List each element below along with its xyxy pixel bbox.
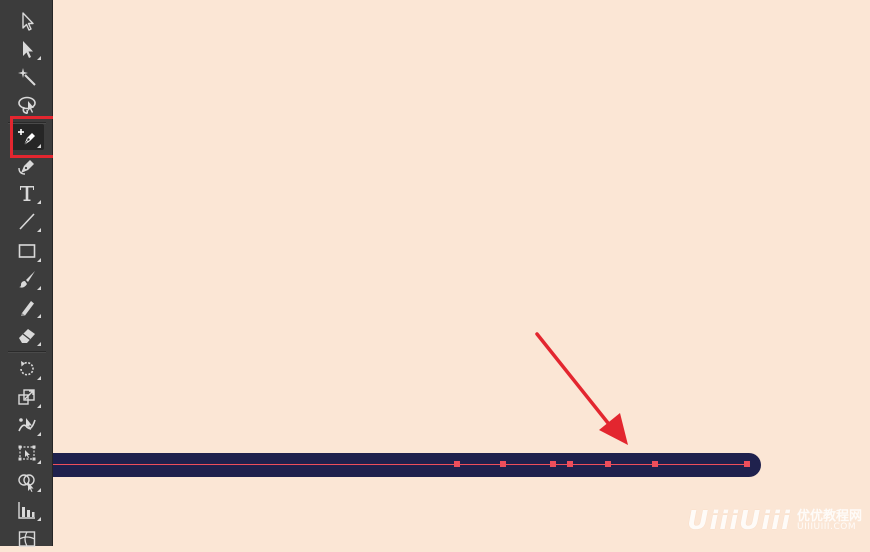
- line-segment-tool[interactable]: [10, 208, 44, 234]
- shape-builder-tool[interactable]: [10, 468, 44, 494]
- lasso-icon: [18, 96, 36, 114]
- free-transform-icon: [18, 445, 36, 461]
- anchor-point[interactable]: [500, 461, 506, 467]
- lasso-tool[interactable]: [10, 92, 44, 118]
- tools-panel: [0, 0, 53, 547]
- anchor-point[interactable]: [605, 461, 611, 467]
- line-icon: [19, 213, 35, 230]
- anchor-point[interactable]: [652, 461, 658, 467]
- mesh-tool[interactable]: [10, 526, 44, 552]
- direct-selection-arrow-icon: [23, 41, 33, 58]
- flyout-indicator: [37, 517, 41, 521]
- flyout-indicator: [37, 228, 41, 232]
- anchor-point[interactable]: [744, 461, 750, 467]
- rectangle-icon: [18, 244, 36, 258]
- watermark-text: 优优教程网 UIIIUIII.COM: [797, 510, 862, 532]
- anchor-point[interactable]: [550, 461, 556, 467]
- pencil-icon: [21, 301, 34, 316]
- toolbar-divider: [8, 351, 46, 353]
- watermark: UiiiUiii 优优教程网 UIIIUIII.COM: [687, 506, 862, 536]
- eraser-tool[interactable]: [10, 322, 44, 348]
- flyout-indicator: [37, 376, 41, 380]
- scale-tool[interactable]: [10, 384, 44, 410]
- mesh-icon: [18, 531, 36, 547]
- free-transform-tool[interactable]: [10, 440, 44, 466]
- flyout-indicator: [37, 314, 41, 318]
- selection-arrow-icon: [22, 12, 34, 31]
- anchor-point[interactable]: [454, 461, 460, 467]
- anchor-point[interactable]: [567, 461, 573, 467]
- flyout-indicator: [37, 258, 41, 262]
- artboard-canvas[interactable]: UiiiUiii 优优教程网 UIIIUIII.COM: [53, 0, 870, 546]
- selection-tool[interactable]: [10, 8, 44, 34]
- paintbrush-tool[interactable]: [10, 266, 44, 292]
- paintbrush-icon: [19, 271, 35, 288]
- watermark-logo: UiiiUiii: [687, 506, 791, 536]
- flyout-indicator: [37, 56, 41, 60]
- puppet-warp-tool[interactable]: [10, 412, 44, 438]
- flyout-indicator: [37, 286, 41, 290]
- magic-wand-tool[interactable]: [10, 64, 44, 90]
- flyout-indicator: [37, 488, 41, 492]
- eraser-icon: [19, 329, 35, 343]
- flyout-indicator: [37, 404, 41, 408]
- flyout-indicator: [37, 460, 41, 464]
- flyout-indicator: [37, 342, 41, 346]
- type-icon: [20, 186, 34, 201]
- pencil-tool[interactable]: [10, 294, 44, 320]
- flyout-indicator: [37, 200, 41, 204]
- watermark-url: UIIIUIII.COM: [796, 522, 857, 532]
- column-graph-tool[interactable]: [10, 497, 44, 523]
- shape-builder-icon: [18, 474, 35, 492]
- scale-icon: [18, 389, 35, 405]
- type-tool[interactable]: [10, 180, 44, 206]
- rotate-icon: [20, 361, 34, 376]
- direct-selection-tool[interactable]: [10, 36, 44, 62]
- rectangle-tool[interactable]: [10, 238, 44, 264]
- graph-icon: [18, 502, 35, 519]
- selected-path-line[interactable]: [53, 464, 748, 465]
- puppet-warp-icon: [18, 418, 36, 432]
- rotate-tool[interactable]: [10, 356, 44, 382]
- flyout-indicator: [37, 432, 41, 436]
- magic-wand-icon: [18, 68, 36, 86]
